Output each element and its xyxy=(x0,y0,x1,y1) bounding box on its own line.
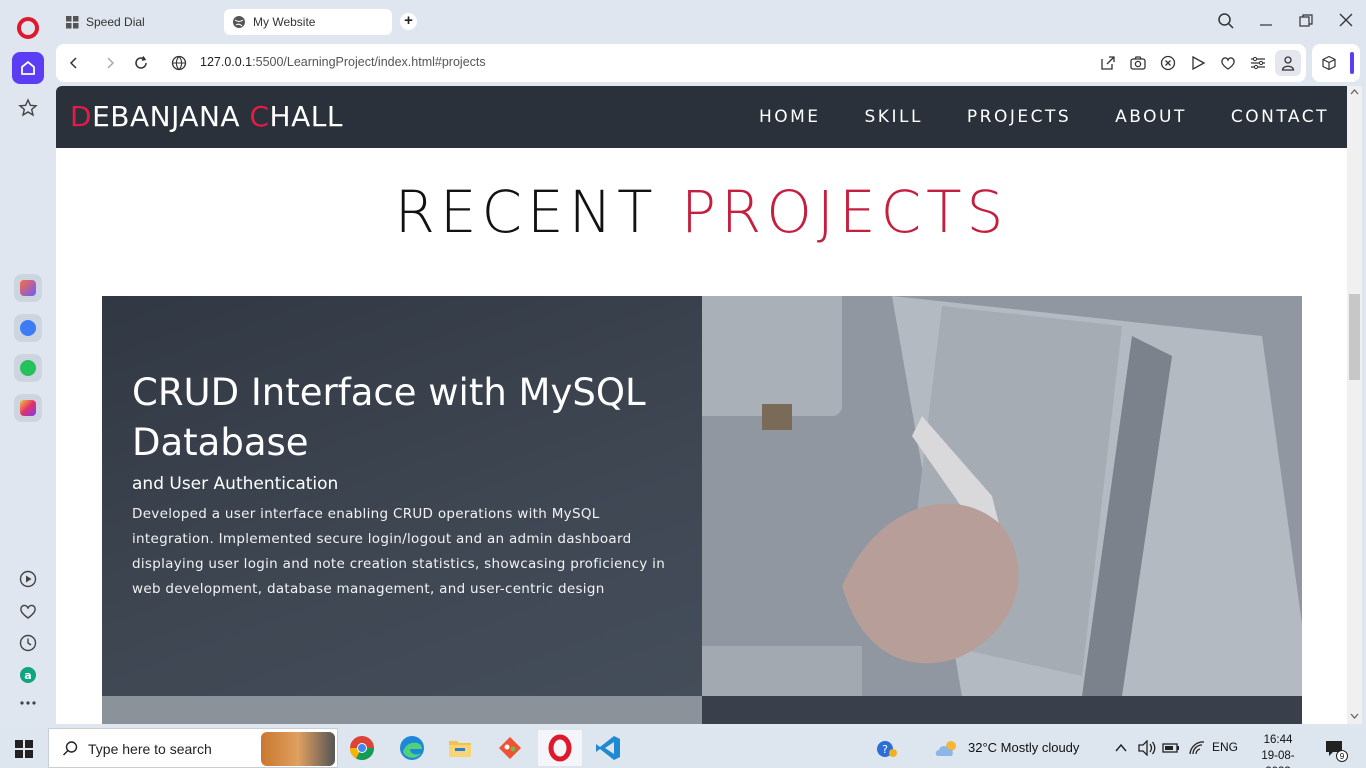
site-navbar: DEBANJANA CHALL HOME SKILL PROJECTS ABOU… xyxy=(56,86,1347,148)
profile-button[interactable] xyxy=(1275,50,1301,76)
file-explorer-icon[interactable] xyxy=(446,734,474,762)
profile-icon xyxy=(1281,56,1295,71)
opera-logo-icon[interactable] xyxy=(17,17,39,39)
extensions-cube-icon[interactable] xyxy=(1321,55,1337,71)
tab-label: Speed Dial xyxy=(86,15,145,29)
url-host: 127.0.0.1 xyxy=(200,55,253,69)
weather-text[interactable]: 32°C Mostly cloudy xyxy=(968,740,1079,755)
chevron-up-icon[interactable] xyxy=(1114,742,1128,754)
easy-setup-icon[interactable] xyxy=(1249,54,1267,72)
tab-speed-dial[interactable]: Speed Dial xyxy=(58,9,222,35)
weather-cloudy-icon[interactable] xyxy=(934,738,962,760)
web-page: DEBANJANA CHALL HOME SKILL PROJECTS ABOU… xyxy=(56,86,1347,724)
nav-skill[interactable]: SKILL xyxy=(865,107,923,127)
history-icon[interactable] xyxy=(18,633,38,653)
new-tab-button[interactable]: + xyxy=(400,13,417,30)
home-icon[interactable] xyxy=(12,52,44,84)
address-bar: 127.0.0.1:5500/LearningProject/index.htm… xyxy=(56,44,1306,82)
help-icon[interactable]: ? xyxy=(876,740,898,758)
reload-icon[interactable] xyxy=(133,55,149,71)
battery-icon[interactable] xyxy=(1162,740,1180,756)
share-icon[interactable] xyxy=(1099,54,1117,72)
taskbar: Type here to search ? 32°C Mostly cloudy… xyxy=(0,728,1366,768)
instagram-icon[interactable] xyxy=(14,394,42,422)
taskbar-clock[interactable]: 16:44 19-08-2023 xyxy=(1250,732,1306,768)
section-title-accent: PROJECTS xyxy=(680,178,1009,246)
wifi-icon[interactable] xyxy=(1188,740,1206,756)
logo-first-name: EBANJANA xyxy=(92,100,250,133)
section-title: RECENT PROJECTS xyxy=(56,178,1347,246)
project-description: Developed a user interface enabling CRUD… xyxy=(132,506,666,597)
tab-label: My Website xyxy=(253,15,316,29)
clock-date: 19-08-2023 xyxy=(1261,750,1295,768)
heart-icon[interactable] xyxy=(18,601,38,621)
bookmark-star-icon[interactable] xyxy=(18,98,38,118)
bookmark-heart-icon[interactable] xyxy=(1219,54,1237,72)
svg-text:a: a xyxy=(24,669,31,682)
search-tabs-icon[interactable] xyxy=(1217,12,1235,30)
send-icon[interactable] xyxy=(1189,54,1207,72)
vscode-icon[interactable] xyxy=(594,734,622,762)
search-highlight-image xyxy=(261,732,335,766)
snapshot-icon[interactable] xyxy=(1129,54,1147,72)
extensions-area xyxy=(1312,44,1360,82)
adblock-icon[interactable] xyxy=(1159,54,1177,72)
site-menu: HOME SKILL PROJECTS ABOUT CONTACT xyxy=(759,107,1329,127)
close-icon[interactable] xyxy=(1338,12,1354,28)
aria-app-icon[interactable] xyxy=(14,274,42,302)
edge-icon[interactable] xyxy=(398,734,426,762)
clock-time: 16:44 xyxy=(1263,734,1293,746)
nav-contact[interactable]: CONTACT xyxy=(1231,107,1329,127)
speed-dial-icon xyxy=(66,15,79,28)
next-project-panel xyxy=(702,696,1302,724)
search-icon xyxy=(63,741,78,756)
url-field[interactable]: 127.0.0.1:5500/LearningProject/index.htm… xyxy=(200,55,486,69)
nav-home[interactable]: HOME xyxy=(759,107,821,127)
nav-projects[interactable]: PROJECTS xyxy=(967,107,1071,127)
language-indicator[interactable]: ENG xyxy=(1212,740,1238,754)
url-path: :5500/LearningProject/index.html#project… xyxy=(252,55,486,69)
section-title-first: RECENT xyxy=(394,178,681,246)
project-image xyxy=(702,296,1302,696)
more-icon[interactable] xyxy=(18,693,38,713)
site-info-icon[interactable] xyxy=(171,55,187,71)
logo-last-name: HALL xyxy=(269,100,343,133)
player-icon[interactable] xyxy=(18,569,38,589)
whatsapp-icon[interactable] xyxy=(14,354,42,382)
browser-sidebar: a xyxy=(0,0,56,728)
minimize-icon[interactable] xyxy=(1258,13,1274,29)
notification-count-badge: 9 xyxy=(1336,750,1348,762)
next-project-image xyxy=(102,696,702,724)
forward-icon[interactable] xyxy=(102,55,118,71)
speaker-icon[interactable] xyxy=(1137,740,1157,756)
project-subtitle: and User Authentication xyxy=(132,474,339,494)
site-logo[interactable]: DEBANJANA CHALL xyxy=(70,100,343,133)
back-icon[interactable] xyxy=(66,55,82,71)
taskbar-search[interactable]: Type here to search xyxy=(48,728,338,768)
scrollbar-thumb[interactable] xyxy=(1349,294,1360,380)
svg-text:?: ? xyxy=(882,743,888,756)
scroll-down-icon[interactable] xyxy=(1350,712,1359,720)
messenger-icon[interactable] xyxy=(14,314,42,342)
windows-start-icon[interactable] xyxy=(15,740,33,758)
chrome-icon[interactable] xyxy=(348,734,376,762)
globe-icon xyxy=(233,16,245,28)
page-scrollbar[interactable] xyxy=(1347,86,1362,724)
scroll-up-icon[interactable] xyxy=(1350,88,1359,96)
restore-icon[interactable] xyxy=(1298,13,1314,29)
amazon-icon[interactable]: a xyxy=(18,665,38,685)
opera-taskbar-icon[interactable] xyxy=(538,730,582,766)
git-app-icon[interactable] xyxy=(496,734,524,762)
logo-initial-first: D xyxy=(70,100,93,133)
search-placeholder: Type here to search xyxy=(88,741,212,757)
project-card: CRUD Interface with MySQL Database and U… xyxy=(102,296,1302,696)
logo-initial-last: C xyxy=(249,100,270,133)
tab-my-website[interactable]: My Website xyxy=(224,9,392,35)
project-info-panel: CRUD Interface with MySQL Database and U… xyxy=(102,296,702,696)
sidebar-toggle-indicator[interactable] xyxy=(1350,52,1354,74)
nav-about[interactable]: ABOUT xyxy=(1115,107,1187,127)
project-title: CRUD Interface with MySQL Database xyxy=(132,371,646,464)
